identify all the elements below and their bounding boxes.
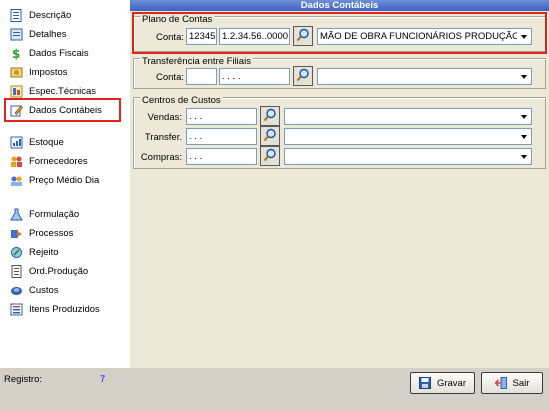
sidebar-item-rejeito[interactable]: Rejeito <box>10 245 59 260</box>
details-icon <box>10 28 23 41</box>
items-icon <box>10 303 23 316</box>
sidebar-item-processos[interactable]: Processos <box>10 226 73 241</box>
chevron-down-icon[interactable] <box>517 149 531 164</box>
panel-title: Dados Contábeis <box>130 0 549 11</box>
sidebar-item-label: Formulação <box>29 209 80 220</box>
sidebar-item-espec-tecnicas[interactable]: Espec.Técnicas <box>10 84 96 99</box>
sidebar: Descrição Detalhes $ Dados Fiscais Impos… <box>0 0 130 368</box>
sidebar-item-preco-medio-dia[interactable]: Preço Médio Dia <box>10 173 99 188</box>
sidebar-item-label: Impostos <box>29 67 68 78</box>
sidebar-item-dados-fiscais[interactable]: $ Dados Fiscais <box>10 46 89 61</box>
sidebar-item-label: Fornecedores <box>29 156 88 167</box>
vendas-input[interactable]: . . . <box>186 108 257 125</box>
sidebar-item-detalhes[interactable]: Detalhes <box>10 27 67 42</box>
tax-icon <box>10 66 23 79</box>
transf-description-select[interactable] <box>317 68 532 85</box>
costs-icon <box>10 284 23 297</box>
specs-icon <box>10 85 23 98</box>
centros-custos-label: Centros de Custos <box>140 95 223 106</box>
registro-label: Registro: <box>4 374 43 385</box>
sidebar-item-label: Processos <box>29 228 74 239</box>
chevron-down-icon[interactable] <box>517 29 531 44</box>
dollar-icon: $ <box>10 47 23 61</box>
price-icon <box>10 174 23 187</box>
sidebar-item-custos[interactable]: Custos <box>10 283 59 298</box>
chevron-down-icon[interactable] <box>517 109 531 124</box>
order-icon <box>10 265 23 278</box>
selection-highlight <box>4 98 121 122</box>
sidebar-item-estoque[interactable]: Estoque <box>10 135 64 150</box>
plano-conta-label: Conta: <box>156 32 184 43</box>
plano-description-select[interactable]: MÃO DE OBRA FUNCIONÁRIOS PRODUÇÃO <box>317 28 532 45</box>
compras-label: Compras: <box>140 152 182 163</box>
compras-search-button[interactable] <box>260 146 280 166</box>
stock-icon <box>10 136 23 149</box>
sidebar-item-label: Rejeito <box>29 247 59 258</box>
sidebar-item-itens-produzidos[interactable]: Itens Produzidos <box>10 302 100 317</box>
vendas-search-button[interactable] <box>260 106 280 126</box>
transfer-select[interactable] <box>284 128 532 145</box>
sidebar-item-descricao[interactable]: Descrição <box>10 8 71 23</box>
sidebar-item-formulacao[interactable]: Formulação <box>10 207 79 222</box>
vendas-label: Vendas: <box>147 112 182 123</box>
save-button-label: Gravar <box>436 377 467 389</box>
sidebar-item-label: Custos <box>29 285 59 296</box>
magnifier-icon <box>296 28 310 44</box>
sidebar-item-label: Descrição <box>29 10 72 21</box>
transferencia-label: Transferência entre Filiais <box>140 56 253 67</box>
reject-icon <box>10 246 23 259</box>
exit-door-icon <box>493 377 507 389</box>
suppliers-icon <box>10 155 23 168</box>
process-icon <box>10 227 23 240</box>
sidebar-item-label: Ord.Produção <box>29 266 89 277</box>
plano-code-input[interactable]: 12345 <box>186 28 217 45</box>
magnifier-icon <box>263 128 277 144</box>
plano-description-value: MÃO DE OBRA FUNCIONÁRIOS PRODUÇÃO <box>320 31 520 42</box>
save-button[interactable]: Gravar <box>410 372 475 394</box>
magnifier-icon <box>263 108 277 124</box>
exit-button[interactable]: Sair <box>481 372 543 394</box>
vendas-select[interactable] <box>284 108 532 125</box>
flask-icon <box>10 208 23 221</box>
transf-account-input[interactable]: . . . . <box>219 68 290 85</box>
magnifier-icon <box>296 68 310 84</box>
chevron-down-icon[interactable] <box>517 129 531 144</box>
transfer-label: Transfer. <box>144 132 182 143</box>
transf-search-button[interactable] <box>293 66 313 86</box>
transfer-input[interactable]: . . . <box>186 128 257 145</box>
plano-search-button[interactable] <box>293 26 313 46</box>
exit-button-label: Sair <box>512 377 530 389</box>
plano-account-input[interactable]: 1.2.34.56..0000 <box>219 28 290 45</box>
sidebar-item-label: Espec.Técnicas <box>29 86 97 97</box>
transfer-search-button[interactable] <box>260 126 280 146</box>
sidebar-item-ord-producao[interactable]: Ord.Produção <box>10 264 88 279</box>
floppy-disk-icon <box>418 377 431 389</box>
sidebar-item-label: Itens Produzidos <box>29 304 100 315</box>
registro-value: 7 <box>100 374 106 385</box>
sidebar-item-label: Dados Fiscais <box>29 48 89 59</box>
compras-select[interactable] <box>284 148 532 165</box>
sidebar-item-fornecedores[interactable]: Fornecedores <box>10 154 88 169</box>
sidebar-item-label: Preço Médio Dia <box>29 175 100 186</box>
transf-code-input[interactable] <box>186 68 217 85</box>
sidebar-item-label: Estoque <box>29 137 64 148</box>
svg-text:$: $ <box>12 47 20 60</box>
chevron-down-icon[interactable] <box>517 69 531 84</box>
transf-conta-label: Conta: <box>156 72 184 83</box>
sidebar-item-impostos[interactable]: Impostos <box>10 65 68 80</box>
main-panel: Dados Contábeis Plano de Contas Conta: 1… <box>130 0 549 368</box>
document-icon <box>10 9 23 22</box>
compras-input[interactable]: . . . <box>186 148 257 165</box>
sidebar-item-label: Detalhes <box>29 29 67 40</box>
magnifier-icon <box>263 148 277 164</box>
